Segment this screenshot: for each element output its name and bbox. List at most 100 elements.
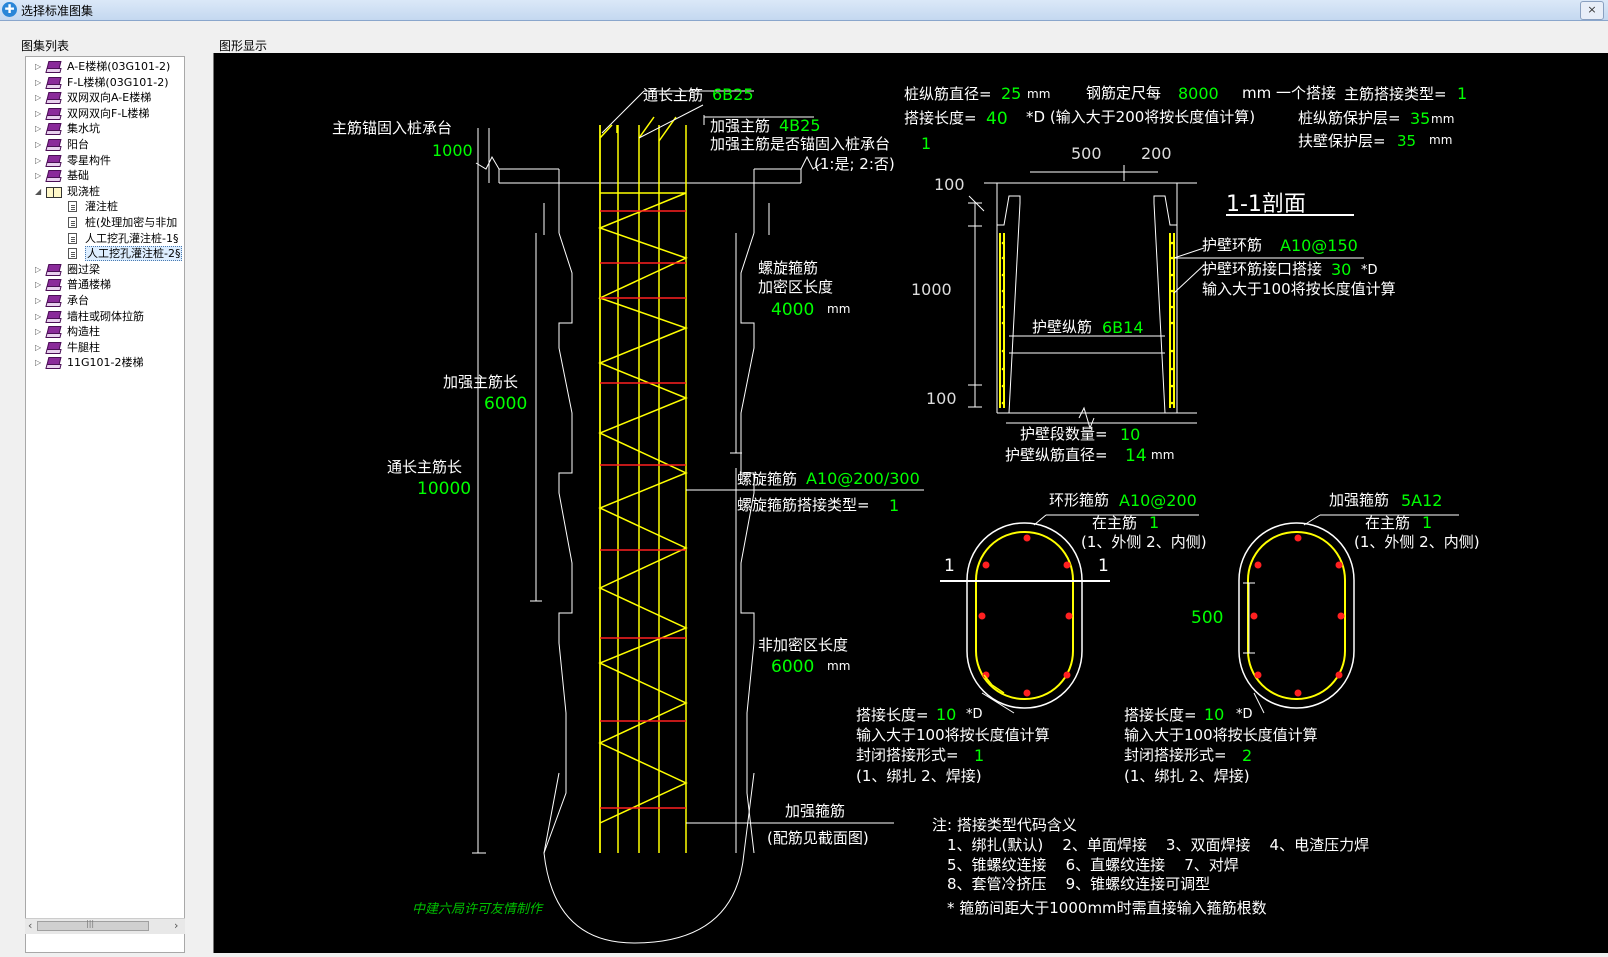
tree-item-label: 双网双向F-L楼梯 (67, 106, 150, 120)
cover-value: 35 (1410, 109, 1430, 128)
section-bar-dot (1001, 401, 1005, 405)
section-title: 1-1剖面 (1226, 192, 1306, 217)
scrollbar-thumb[interactable]: ||| (37, 919, 149, 931)
strengthen-len-label: 加强主筋长 (443, 373, 518, 391)
long-dia-label: 护壁纵筋直径= (1005, 446, 1108, 464)
left-lap-label: 搭接长度= (856, 706, 929, 724)
book-icon (45, 263, 62, 276)
tree-item[interactable]: ▷ 双网双向A-E楼梯 (26, 90, 184, 106)
right-plan-bar-dot (1294, 689, 1302, 697)
horizontal-scrollbar[interactable]: ‹ ||| › (25, 918, 185, 934)
app-logo-icon: ✚ (2, 2, 17, 17)
lap-len-value: 40 (986, 109, 1008, 129)
expand-arrow-icon[interactable]: ▷ (35, 280, 42, 289)
expand-arrow-icon[interactable]: ▷ (35, 78, 42, 87)
tree-item[interactable]: ▷ 普通楼梯 (26, 277, 184, 293)
document-icon (68, 201, 77, 213)
section-bar-dot (1170, 305, 1174, 309)
left-lap-value: 10 (936, 705, 956, 724)
expand-arrow-icon[interactable]: ▷ (35, 358, 42, 367)
left-close-label: 封闭搭接形式= (856, 746, 959, 764)
scroll-left-arrow-icon[interactable]: ‹ (28, 919, 32, 932)
section-dim-100-top: 100 (934, 175, 965, 194)
book-icon (45, 123, 62, 136)
tree-item[interactable]: 人工挖孔灌注桩-1§ (26, 231, 184, 247)
sparse-zone-value: 6000 (771, 657, 814, 677)
section-bar-dot (1001, 241, 1005, 245)
tree-item[interactable]: ▷ 11G101-2楼梯 (26, 355, 184, 371)
tree-item-label: 基础 (67, 169, 89, 183)
section-bar-dot (1170, 367, 1174, 371)
expand-arrow-icon[interactable]: ▷ (35, 109, 42, 118)
document-icon (68, 216, 77, 228)
long-bar-value: 6B14 (1102, 318, 1144, 337)
close-button[interactable]: × (1580, 1, 1604, 20)
scroll-right-arrow-icon[interactable]: › (174, 919, 178, 932)
expand-arrow-icon[interactable]: ▷ (35, 343, 42, 352)
spiral-stirrup (597, 192, 689, 824)
tree-item-label: 双网双向A-E楼梯 (67, 91, 152, 105)
expand-arrow-icon[interactable]: ▷ (35, 265, 42, 274)
tree-item[interactable]: 桩(处理加密与非加 (26, 215, 184, 231)
fixed-len-value: 8000 (1178, 84, 1219, 103)
expand-arrow-icon[interactable]: ▷ (35, 62, 42, 71)
wall-cover-value: 35 (1397, 132, 1416, 150)
left-plan-bar-dot (982, 561, 990, 569)
tree-item[interactable]: ▷ 集水坑 (26, 121, 184, 137)
expand-arrow-icon[interactable]: ▷ (35, 124, 42, 133)
line-7 (638, 116, 655, 139)
tree-item[interactable]: ◢ 现浇桩 (26, 184, 184, 200)
section-bar-dot (1001, 367, 1005, 371)
sparse-zone-label: 非加密区长度 (758, 636, 848, 654)
expand-arrow-icon[interactable]: ▷ (35, 296, 42, 305)
spiral-spec-label: 螺旋箍筋 (737, 470, 797, 488)
left-position-value: 1 (1149, 513, 1159, 532)
tree-item[interactable]: ▷ F-L楼梯(03G101-2) (26, 75, 184, 91)
left-plan-stirrup (975, 531, 1074, 700)
book-icon (45, 138, 62, 151)
expand-arrow-icon[interactable]: ▷ (35, 156, 42, 165)
tree-item[interactable]: ▷ 基础 (26, 168, 184, 184)
segments-value: 10 (1120, 425, 1140, 444)
collapse-arrow-icon[interactable]: ◢ (35, 187, 42, 196)
tree-item[interactable]: ▷ 圈过梁 (26, 262, 184, 278)
scrollbar-grip-icon: ||| (86, 919, 95, 928)
expand-arrow-icon[interactable]: ▷ (35, 312, 42, 321)
expand-arrow-icon[interactable]: ▷ (35, 93, 42, 102)
tree-item-label: 11G101-2楼梯 (67, 356, 144, 370)
expand-arrow-icon[interactable]: ▷ (35, 140, 42, 149)
ring-lap-value: 30 (1331, 260, 1351, 279)
expand-arrow-icon[interactable]: ▷ (35, 327, 42, 336)
tree-item[interactable]: ▷ 牛腿柱 (26, 340, 184, 356)
atlas-tree[interactable]: ▷ A-E楼梯(03G101-2) ▷ F-L楼梯(03G101-2) ▷ 双网双向A-E… (25, 56, 185, 953)
tree-item-label: 现浇桩 (67, 184, 100, 198)
through-bar-value: 6B25 (712, 85, 754, 104)
drawing-svg: 通长主筋 6B25 主筋锚固入桩承台 1000 加强主筋 4B25 加强主筋是否… (332, 84, 1480, 944)
section-bar-dot (1001, 305, 1005, 309)
right-lap-unit: *D (1236, 707, 1253, 722)
tree-item[interactable]: 灌注桩 (26, 199, 184, 215)
tree-item[interactable]: ▷ A-E楼梯(03G101-2) (26, 59, 184, 75)
fixed-len-label: 钢筋定尺每 (1086, 84, 1161, 102)
tree-item[interactable]: ▷ 构造柱 (26, 324, 184, 340)
tree-item[interactable]: 人工挖孔灌注桩-2§ (26, 246, 184, 262)
right-stirrup-value: 5A12 (1401, 491, 1442, 510)
tree-item[interactable]: ▷ 双网双向F-L楼梯 (26, 106, 184, 122)
cover-label: 桩纵筋保护层= (1298, 109, 1401, 127)
lap-type-label: 主筋搭接类型= (1344, 85, 1447, 103)
section-long-bar-left (999, 233, 1005, 408)
tree-item[interactable]: ▷ 阳台 (26, 137, 184, 153)
right-close-hint: (1、绑扎 2、焊接) (1124, 767, 1250, 785)
tree-item[interactable]: ▷ 墙柱或砌体拉筋 (26, 309, 184, 325)
book-icon (45, 76, 62, 89)
expand-arrow-icon[interactable]: ▷ (35, 171, 42, 180)
dense-zone-label: 加密区长度 (758, 278, 833, 296)
section-bar-dot (1170, 349, 1174, 353)
tree-item[interactable]: ▷ 零星构件 (26, 153, 184, 169)
ring-hint: (配筋见截面图) (767, 829, 869, 847)
tree-item[interactable]: ▷ 承台 (26, 293, 184, 309)
long-dia-unit: mm (1151, 448, 1174, 462)
pile-bell-bottom (543, 852, 745, 944)
book-icon (45, 279, 62, 292)
tree-item-label: 集水坑 (67, 122, 100, 136)
